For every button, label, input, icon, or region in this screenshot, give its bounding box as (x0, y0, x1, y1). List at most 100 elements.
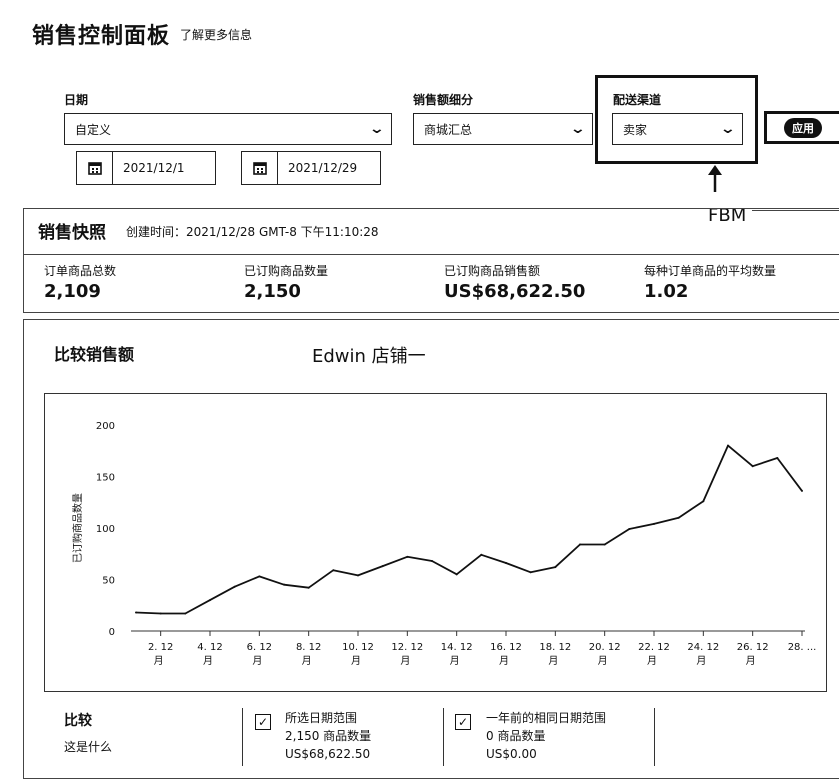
legend-item-title: 一年前的相同日期范围 (486, 711, 607, 725)
apply-button[interactable]: 应用 (764, 111, 839, 144)
legend-item-last-year: 一年前的相同日期范围 0 商品数量 US$0.00 (486, 709, 606, 763)
y-tick-label: 200 (96, 421, 115, 432)
fulfillment-channel-select[interactable]: 卖家 ⌄ (612, 113, 743, 145)
divider (242, 708, 243, 766)
selected-range-checkbox[interactable]: ✓ (255, 714, 271, 730)
legend-item-qty: 2,150 商品数量 (285, 729, 372, 743)
store-annotation: Edwin 店铺一 (312, 346, 426, 367)
data-point (258, 575, 261, 578)
legend-item-sales: US$68,622.50 (285, 747, 371, 761)
x-tick-label: 18. 12 (539, 642, 571, 653)
data-point (653, 522, 655, 525)
data-point (505, 562, 507, 565)
metric-label: 订单商品总数 (44, 264, 117, 278)
data-point (159, 612, 162, 615)
data-point (480, 553, 483, 556)
metric-avg-units: 每种订单商品的平均数量 1.02 (644, 262, 776, 302)
data-point (628, 528, 631, 531)
x-tick-label-month: 月 (302, 655, 312, 667)
x-tick-label: 20. 12 (589, 642, 621, 653)
data-point (357, 574, 359, 577)
chevron-down-icon: ⌄ (719, 121, 737, 137)
data-point (307, 586, 310, 589)
x-tick-label: 28. ... (788, 642, 817, 653)
date-range-select[interactable]: 自定义 ⌄ (64, 113, 392, 145)
compare-sales-title: 比较销售额 (54, 345, 135, 364)
y-tick-label: 50 (102, 576, 115, 587)
start-date-input[interactable]: 2021/12/1 (76, 151, 216, 185)
sales-breakdown-select[interactable]: 商城汇总 ⌄ (413, 113, 593, 145)
chart-scrollbar[interactable] (826, 393, 839, 692)
data-point (801, 489, 803, 492)
last-year-checkbox[interactable]: ✓ (455, 714, 471, 730)
metric-value: 2,150 (244, 281, 301, 302)
snapshot-created-time: 创建时间：2021/12/28 GMT-8 下午11:10:28 (126, 225, 379, 239)
data-point (677, 516, 680, 519)
data-point (332, 569, 335, 572)
data-point (579, 543, 581, 546)
what-is-this-link[interactable]: 这是什么 (64, 738, 112, 755)
sales-breakdown-label: 销售额细分 (413, 93, 474, 107)
x-tick-label-month: 月 (647, 655, 657, 667)
x-tick-label: 4. 12 (197, 642, 222, 653)
start-date-value: 2021/12/1 (123, 161, 185, 175)
x-tick-label-month: 月 (252, 655, 262, 667)
data-point (727, 444, 729, 447)
page-title: 销售控制面板 (32, 24, 171, 49)
x-tick-label: 16. 12 (490, 642, 522, 653)
data-point (283, 583, 285, 586)
x-tick-label-month: 月 (598, 655, 608, 667)
metric-label: 已订购商品销售额 (444, 264, 541, 278)
arrow-up-icon (708, 165, 722, 192)
divider (654, 708, 655, 766)
data-point (184, 612, 187, 615)
data-point (455, 573, 458, 576)
data-point (381, 565, 384, 568)
y-tick-label: 150 (96, 473, 115, 484)
sales-breakdown-value: 商城汇总 (424, 122, 473, 137)
x-tick-label: 2. 12 (148, 642, 173, 653)
x-tick-label: 26. 12 (737, 642, 769, 653)
chevron-down-icon: ⌄ (569, 121, 587, 137)
metric-ordered-sales: 已订购商品销售额 US$68,622.50 (444, 262, 585, 302)
legend-item-selected-range: 所选日期范围 2,150 商品数量 US$68,622.50 (285, 709, 371, 763)
metric-label: 已订购商品数量 (244, 264, 329, 278)
x-tick-label-month: 月 (548, 655, 558, 667)
calendar-icon[interactable] (77, 152, 113, 184)
metric-value: 1.02 (644, 281, 689, 302)
channel-value: 卖家 (623, 122, 648, 137)
x-tick-label-month: 月 (203, 655, 213, 667)
x-tick-label: 8. 12 (296, 642, 321, 653)
x-tick-label-month: 月 (499, 655, 509, 667)
metric-total-orders: 订单商品总数 2,109 (44, 262, 116, 302)
channel-label: 配送渠道 (613, 93, 662, 107)
data-point (603, 543, 606, 546)
metric-value: US$68,622.50 (444, 281, 586, 302)
legend-item-title: 所选日期范围 (285, 711, 358, 725)
x-tick-label: 10. 12 (342, 642, 374, 653)
data-point (554, 566, 557, 569)
data-point (702, 500, 705, 503)
x-tick-label: 14. 12 (441, 642, 473, 653)
data-point (776, 456, 779, 459)
x-tick-label: 12. 12 (391, 642, 423, 653)
x-tick-label-month: 月 (154, 655, 164, 667)
series-line-selected-range (135, 444, 803, 615)
x-tick-label: 6. 12 (247, 642, 272, 653)
snapshot-title: 销售快照 (38, 223, 106, 243)
x-tick-label: 22. 12 (638, 642, 670, 653)
learn-more-link[interactable]: 了解更多信息 (180, 26, 252, 43)
x-tick-label: 24. 12 (687, 642, 719, 653)
x-tick-label-month: 月 (746, 655, 756, 667)
calendar-icon[interactable] (242, 152, 278, 184)
end-date-input[interactable]: 2021/12/29 (241, 151, 381, 185)
data-point (135, 611, 137, 614)
divider (443, 708, 444, 766)
x-tick-label-month: 月 (450, 655, 460, 667)
compare-heading: 比较 (64, 713, 92, 729)
y-axis-label: 已订购商品数量 (71, 493, 84, 563)
x-tick-label-month: 月 (351, 655, 361, 667)
data-point (209, 599, 211, 602)
date-range-value: 自定义 (75, 122, 112, 137)
chevron-down-icon: ⌄ (368, 121, 386, 137)
